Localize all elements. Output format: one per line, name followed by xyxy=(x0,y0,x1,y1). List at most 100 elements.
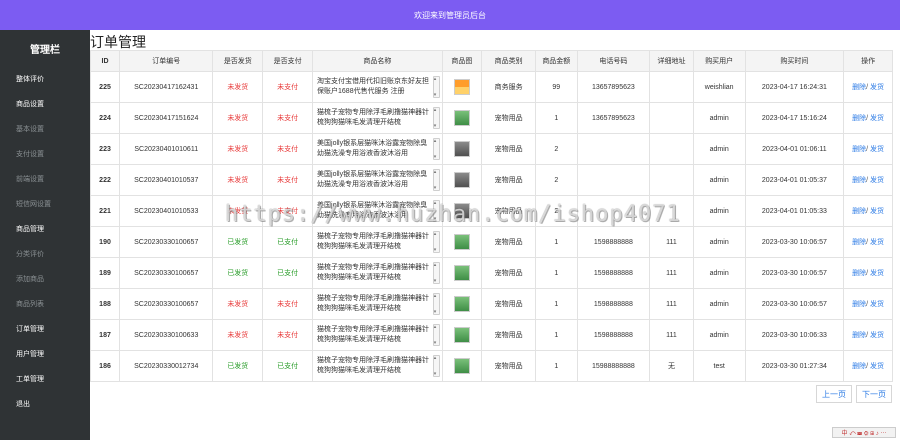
order-number-cell: SC20230330100657 xyxy=(119,288,214,320)
goods-name-box: 猫梳子宠物专用除浮毛刷撸猫神器针梳狗狗猫咪毛发清理开结梳 xyxy=(314,229,442,255)
ship-link[interactable]: 发货 xyxy=(870,84,884,91)
delete-link[interactable]: 删除 xyxy=(852,332,866,339)
column-header: 商品名称 xyxy=(312,50,443,72)
purchase-time-cell: 2023-03-30 01:27:34 xyxy=(744,350,845,382)
sidebar-item[interactable]: 用户管理 xyxy=(0,342,90,367)
actions-cell: 删除/ 发货 xyxy=(843,257,893,289)
sidebar-brand: 管理栏 xyxy=(30,45,60,56)
delete-link[interactable]: 删除 xyxy=(852,115,866,122)
sidebar: 管理栏 整体评价 商品设置 基本设置 支付设置 前端设置 短信网设置 商品管理 分类评价 添加商… xyxy=(0,30,90,440)
next-page-button[interactable]: 下一页 xyxy=(856,385,892,403)
ime-toolbar[interactable]: 中 ⤺ ⌨ ⚙ ⊞ ♪ ⋯ xyxy=(832,427,896,438)
order-id-cell: 186 xyxy=(89,350,121,382)
actions-cell: 删除/ 发货 xyxy=(843,164,893,196)
text-scroll-spinner-icon[interactable] xyxy=(432,260,440,286)
sidebar-menu: 整体评价 商品设置 基本设置 支付设置 前端设置 短信网设置 商品管理 分类评价 添加商品 商品列… xyxy=(0,67,90,417)
sidebar-item[interactable]: 短信网设置 xyxy=(0,192,90,217)
sidebar-item[interactable]: 订单管理 xyxy=(0,317,90,342)
sidebar-item[interactable]: 商品列表 xyxy=(0,292,90,317)
column-header: 购买时间 xyxy=(744,50,845,72)
goods-name-box: 美国jolly银系层猫咪沐浴露宠物除臭幼猫洗澡专用浴液香波沐浴用 xyxy=(314,167,442,193)
column-header: 详细地址 xyxy=(649,50,694,72)
product-thumbnail-icon[interactable] xyxy=(453,358,470,374)
product-thumbnail-icon[interactable] xyxy=(453,296,470,312)
delete-link[interactable]: 删除 xyxy=(852,177,866,184)
page-title: 订单管理 xyxy=(90,34,146,50)
text-scroll-spinner-icon[interactable] xyxy=(432,229,440,255)
ship-link[interactable]: 发货 xyxy=(870,146,884,153)
sidebar-item[interactable]: 支付设置 xyxy=(0,142,90,167)
table-row: 224 SC20230417151624 未发货 未支付 猫梳子宠物专用除浮毛刷撸猫神器… xyxy=(89,102,893,134)
goods-name-box: 猫梳子宠物专用除浮毛刷撸猫神器针梳狗狗猫咪毛发清理开结梳 xyxy=(314,353,442,379)
text-scroll-spinner-icon[interactable] xyxy=(432,322,440,348)
address-cell: 111 xyxy=(649,257,694,289)
ship-link[interactable]: 发货 xyxy=(870,332,884,339)
delete-link[interactable]: 删除 xyxy=(852,84,866,91)
sidebar-item[interactable]: 整体评价 xyxy=(0,67,90,92)
product-thumbnail-icon[interactable] xyxy=(453,141,470,157)
delete-link[interactable]: 删除 xyxy=(852,363,866,370)
product-thumbnail-icon[interactable] xyxy=(453,203,470,219)
table-row: 187 SC20230330100633 未发货 未支付 猫梳子宠物专用除浮毛刷撸猫神器… xyxy=(89,319,893,351)
category-cell: 宠物用品 xyxy=(481,164,537,196)
column-header: 商品类别 xyxy=(481,50,537,72)
product-thumbnail-icon[interactable] xyxy=(453,327,470,343)
table-row: 189 SC20230330100657 已发货 已支付 猫梳子宠物专用除浮毛刷撸猫神器… xyxy=(89,257,893,289)
delete-link[interactable]: 删除 xyxy=(852,239,866,246)
pagination: 上一页 下一页 xyxy=(816,385,892,403)
purchase-time-cell: 2023-03-30 10:06:33 xyxy=(744,319,845,351)
ship-link[interactable]: 发货 xyxy=(870,177,884,184)
ship-link[interactable]: 发货 xyxy=(870,208,884,215)
product-thumbnail-icon[interactable] xyxy=(453,172,470,188)
product-thumbnail-icon[interactable] xyxy=(453,265,470,281)
phone-cell: 15988888888 xyxy=(576,350,651,382)
text-scroll-spinner-icon[interactable] xyxy=(432,105,440,131)
ship-link[interactable]: 发货 xyxy=(870,115,884,122)
sidebar-item[interactable]: 基本设置 xyxy=(0,117,90,142)
sidebar-item[interactable]: 退出 xyxy=(0,392,90,417)
address-cell xyxy=(649,195,694,227)
text-scroll-spinner-icon[interactable] xyxy=(432,74,440,100)
delete-link[interactable]: 删除 xyxy=(852,208,866,215)
order-number-cell: SC20230417151624 xyxy=(119,102,214,134)
text-scroll-spinner-icon[interactable] xyxy=(432,198,440,224)
delete-link[interactable]: 删除 xyxy=(852,270,866,277)
goods-name-text: 美国jolly银系层猫咪沐浴露宠物除臭幼猫洗澡专用浴液香波沐浴用 xyxy=(317,171,428,188)
order-number-cell: SC20230401010537 xyxy=(119,164,214,196)
delete-link[interactable]: 删除 xyxy=(852,301,866,308)
goods-image-cell xyxy=(441,257,483,289)
goods-name-cell: 猫梳子宠物专用除浮毛刷撸猫神器针梳狗狗猫咪毛发清理开结梳 xyxy=(312,257,443,289)
sidebar-item[interactable]: 分类评价 xyxy=(0,242,90,267)
text-scroll-spinner-icon[interactable] xyxy=(432,353,440,379)
amount-cell: 1 xyxy=(535,102,578,134)
sidebar-item[interactable]: 工单管理 xyxy=(0,367,90,392)
sidebar-item[interactable]: 前端设置 xyxy=(0,167,90,192)
sidebar-item[interactable]: 商品管理 xyxy=(0,217,90,242)
phone-cell: 13657895623 xyxy=(576,102,651,134)
text-scroll-spinner-icon[interactable] xyxy=(432,167,440,193)
ship-link[interactable]: 发货 xyxy=(870,301,884,308)
order-number-cell: SC20230401010611 xyxy=(119,133,214,165)
amount-cell: 1 xyxy=(535,288,578,320)
product-thumbnail-icon[interactable] xyxy=(453,79,470,95)
shipped-status-cell: 未发货 xyxy=(212,319,264,351)
actions-cell: 删除/ 发货 xyxy=(843,350,893,382)
delete-link[interactable]: 删除 xyxy=(852,146,866,153)
ship-link[interactable]: 发货 xyxy=(870,239,884,246)
shipped-status-cell: 未发货 xyxy=(212,288,264,320)
prev-page-button[interactable]: 上一页 xyxy=(816,385,852,403)
text-scroll-spinner-icon[interactable] xyxy=(432,291,440,317)
buyer-cell: admin xyxy=(692,102,746,134)
product-thumbnail-icon[interactable] xyxy=(453,110,470,126)
product-thumbnail-icon[interactable] xyxy=(453,234,470,250)
sidebar-item[interactable]: 添加商品 xyxy=(0,267,90,292)
text-scroll-spinner-icon[interactable] xyxy=(432,136,440,162)
ship-link[interactable]: 发货 xyxy=(870,363,884,370)
amount-cell: 2 xyxy=(535,164,578,196)
buyer-cell: weishlian xyxy=(692,71,746,103)
sidebar-item[interactable]: 商品设置 xyxy=(0,92,90,117)
table-header-row: ID 订单编号 是否发货 是否支付 商品名称 商品图 商品类别 商品金额 电话号码 详细地址 购买用… xyxy=(89,50,893,72)
address-cell xyxy=(649,71,694,103)
paid-status-cell: 未支付 xyxy=(262,319,314,351)
ship-link[interactable]: 发货 xyxy=(870,270,884,277)
